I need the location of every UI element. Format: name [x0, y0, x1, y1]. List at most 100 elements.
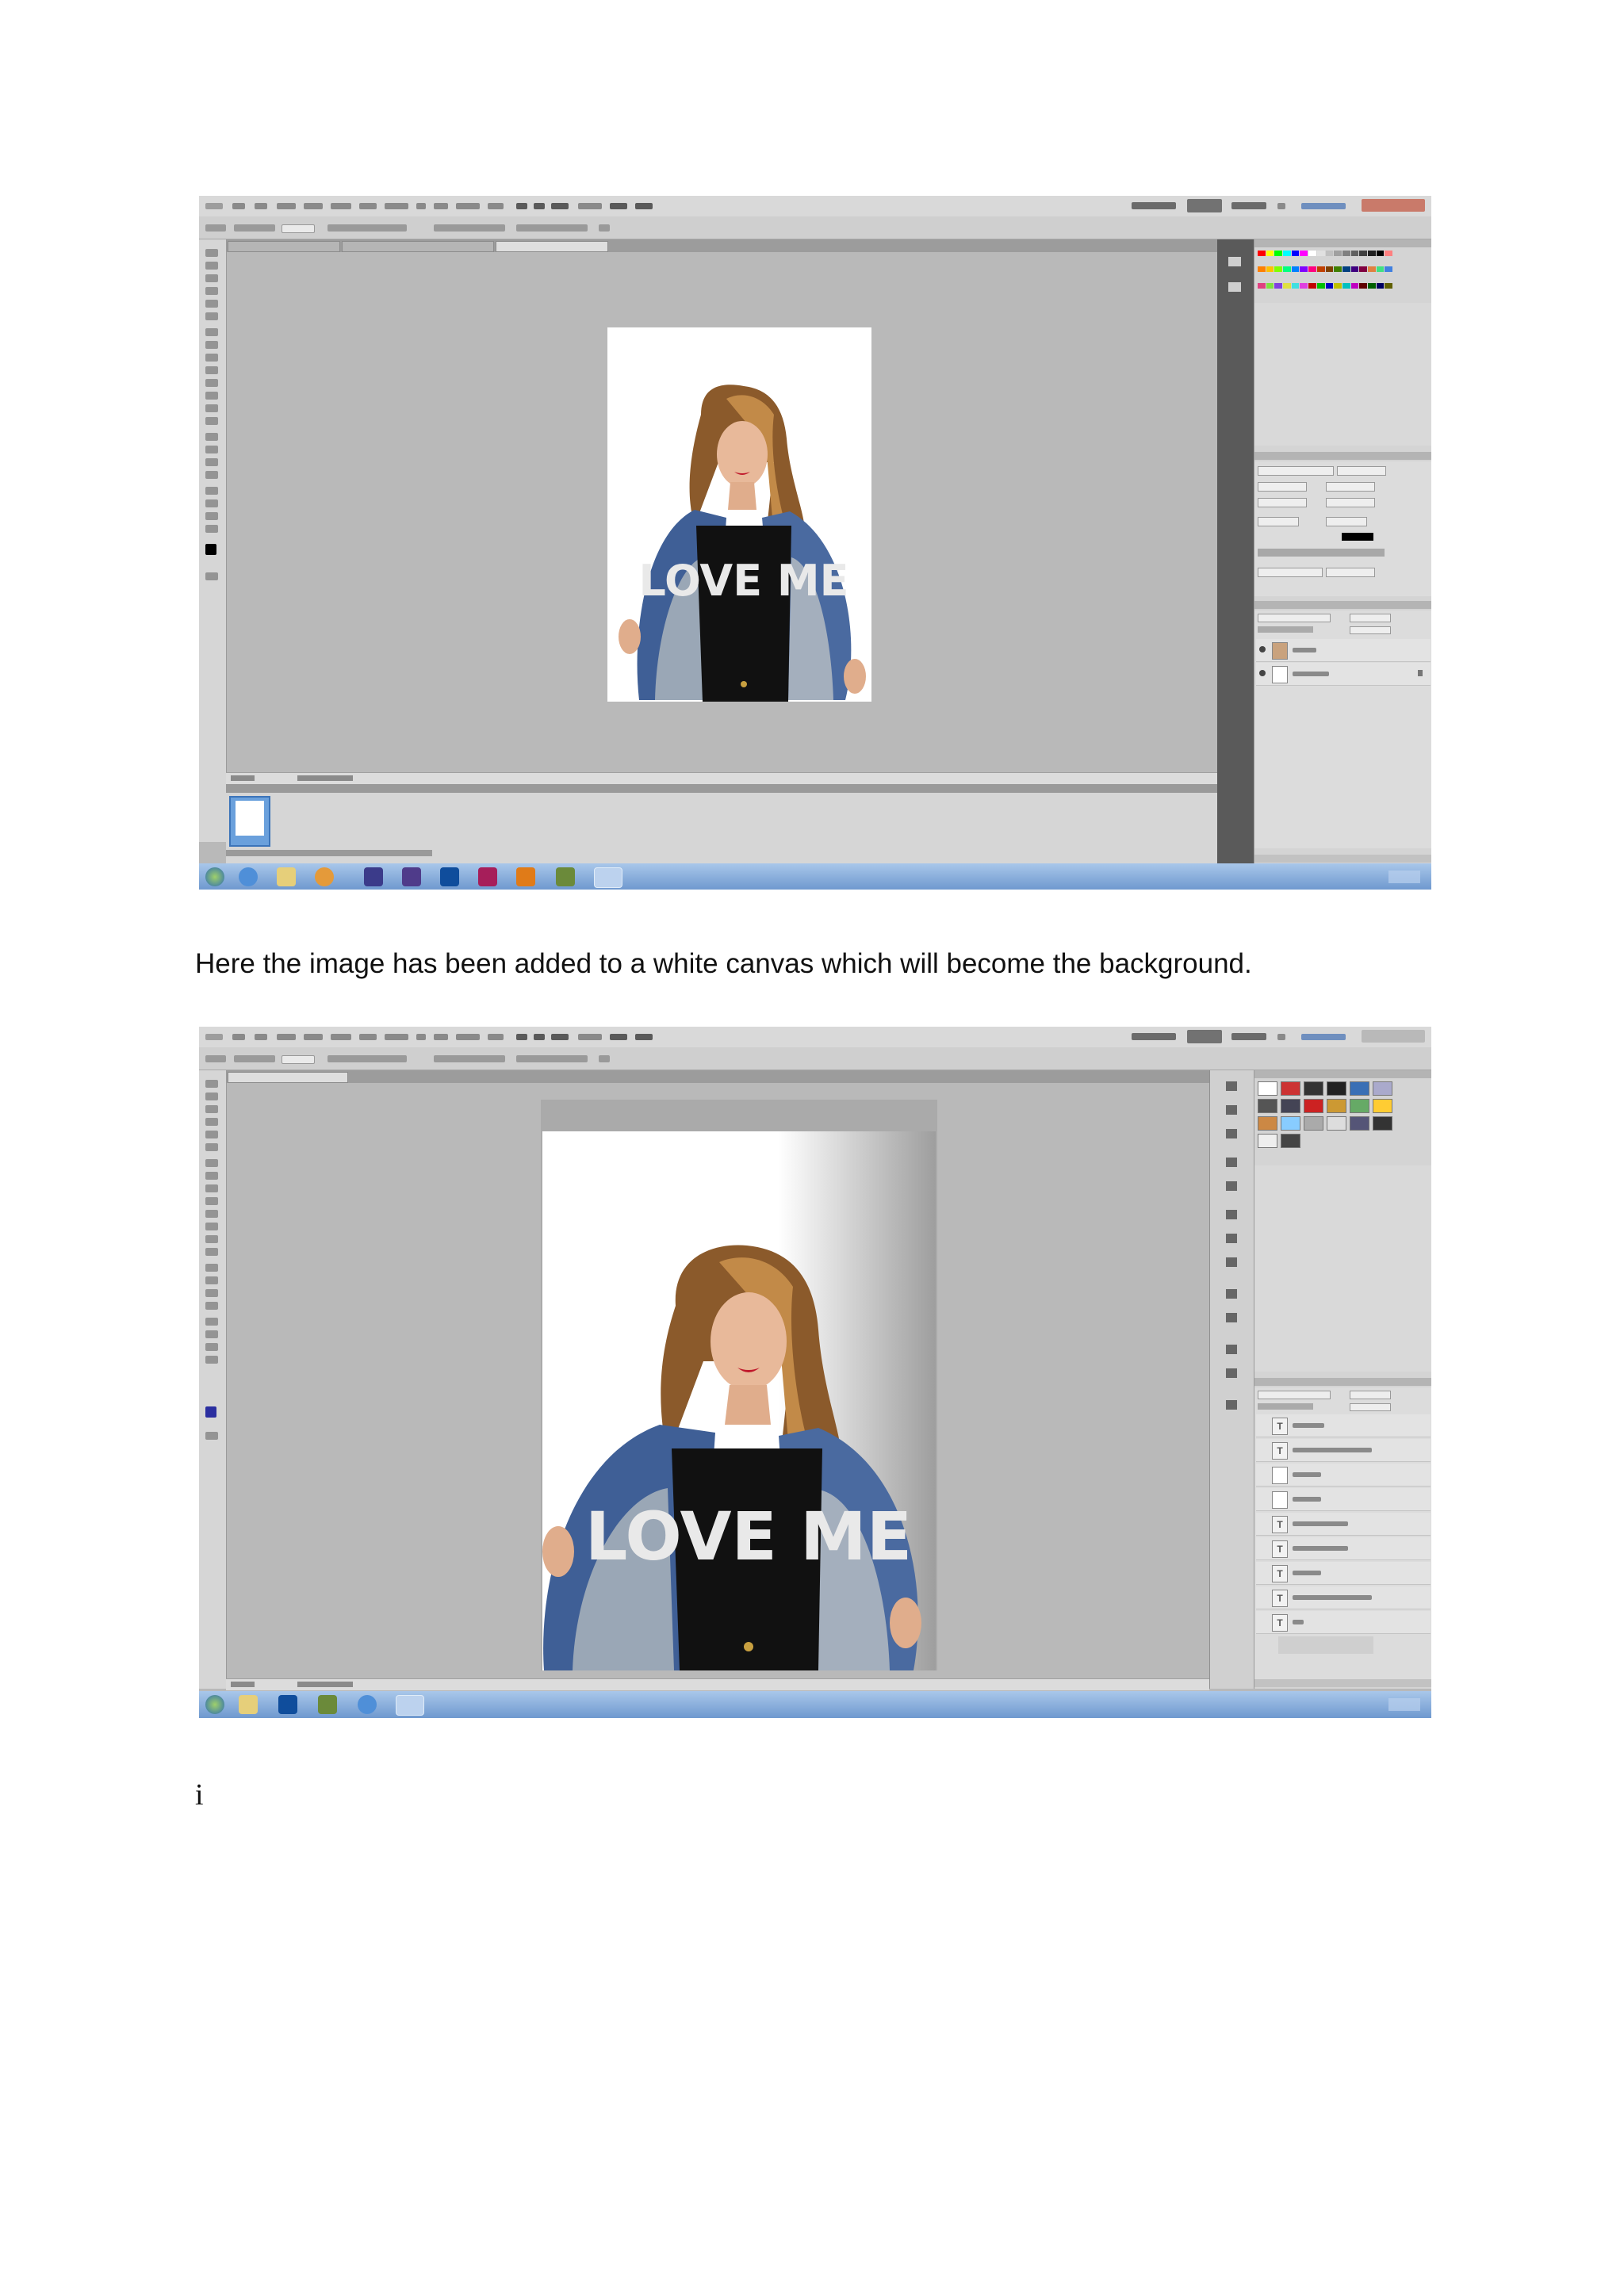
blur-tool[interactable]: [205, 1235, 218, 1243]
ie-icon[interactable]: [239, 867, 258, 886]
workspace-painting[interactable]: [1231, 202, 1266, 209]
cs-live-button[interactable]: [1301, 203, 1346, 209]
layer-row-text-4[interactable]: T: [1256, 1537, 1431, 1560]
horizontal-scale-field[interactable]: [1326, 517, 1367, 526]
media-player-icon[interactable]: [315, 867, 334, 886]
dock-icon-4[interactable]: [1226, 1158, 1237, 1167]
history-brush-tool[interactable]: [205, 1197, 218, 1205]
doc-tab-3[interactable]: [496, 241, 608, 252]
eye-icon[interactable]: [1259, 670, 1266, 676]
gradient-tool[interactable]: [205, 1223, 218, 1230]
layer-row-background[interactable]: [1256, 663, 1431, 686]
menu-analysis[interactable]: [385, 1034, 408, 1040]
screen-mode-icon[interactable]: [551, 203, 569, 209]
dock-icon-12[interactable]: [1226, 1368, 1237, 1378]
dock-icon-2[interactable]: [1226, 1105, 1237, 1115]
dock-icon-7[interactable]: [1226, 1234, 1237, 1243]
auto-align-icon[interactable]: [599, 224, 610, 232]
3d-rotate-tool[interactable]: [205, 1318, 218, 1326]
layer-row-text-1[interactable]: T: [1256, 1414, 1431, 1437]
menu-layer[interactable]: [304, 203, 323, 209]
bridge-app-icon[interactable]: [318, 1695, 337, 1714]
lock-icons[interactable]: [1258, 626, 1313, 633]
layer-row-text-3[interactable]: T: [1256, 1513, 1431, 1536]
zoom-level-menu[interactable]: [578, 1034, 602, 1040]
quick-mask-icon[interactable]: [205, 1432, 218, 1440]
eyedropper-tool[interactable]: [205, 312, 218, 320]
kerning-field[interactable]: [1258, 498, 1307, 507]
eraser-tool[interactable]: [205, 379, 218, 387]
blur-tool[interactable]: [205, 404, 218, 412]
quick-mask-icon[interactable]: [205, 572, 218, 580]
window-controls[interactable]: [1362, 199, 1425, 212]
start-button-icon[interactable]: [205, 867, 224, 886]
photoshop-active-icon[interactable]: [396, 1695, 424, 1716]
move-tool-icon[interactable]: [205, 224, 226, 232]
photoshop-active-icon[interactable]: [594, 867, 622, 888]
explorer-icon[interactable]: [239, 1695, 258, 1714]
shape-tool[interactable]: [205, 1302, 218, 1310]
screen-mode-2-icon[interactable]: [635, 203, 653, 209]
auto-select-checkbox[interactable]: [234, 224, 275, 232]
menu-analysis[interactable]: [385, 203, 408, 209]
illustrator-icon[interactable]: [516, 867, 535, 886]
crop-tool[interactable]: [205, 300, 218, 308]
styles-grid[interactable]: [1258, 1081, 1392, 1148]
layer-row-text-5[interactable]: T: [1256, 1562, 1431, 1585]
dock-icon-1[interactable]: [1228, 257, 1241, 266]
dock-icon-13[interactable]: [1226, 1400, 1237, 1410]
align-buttons[interactable]: [434, 224, 505, 232]
auto-select-dropdown[interactable]: [282, 1055, 315, 1064]
menu-help[interactable]: [488, 1034, 504, 1040]
dock-icon-5[interactable]: [1226, 1181, 1237, 1191]
menu-window[interactable]: [456, 203, 480, 209]
dock-icon-3[interactable]: [1226, 1129, 1237, 1138]
animation-frame-thumb[interactable]: [229, 796, 270, 847]
workspace-more-icon[interactable]: [1277, 203, 1285, 209]
font-size-field[interactable]: [1258, 482, 1307, 492]
workspace-more-icon[interactable]: [1277, 1034, 1285, 1040]
screen-mode-icon[interactable]: [551, 1034, 569, 1040]
lasso-tool[interactable]: [205, 274, 218, 282]
font-family-select[interactable]: [1258, 466, 1334, 476]
opacity-field[interactable]: [1350, 614, 1391, 622]
workspace-painting[interactable]: [1231, 1033, 1266, 1040]
layer-row-text-6[interactable]: T: [1256, 1586, 1431, 1609]
brush-tool[interactable]: [205, 341, 218, 349]
bridge-icon[interactable]: [516, 1034, 527, 1040]
swatches-grid[interactable]: [1258, 251, 1392, 298]
doc-tab-1[interactable]: [228, 1072, 348, 1083]
start-button-icon[interactable]: [205, 1695, 224, 1714]
doc-tab-2[interactable]: [342, 241, 494, 252]
foreground-color-swatch[interactable]: [205, 1406, 216, 1418]
pen-tool[interactable]: [205, 1264, 218, 1272]
layer-row-text-2[interactable]: T: [1256, 1439, 1431, 1462]
3d-rotate-tool[interactable]: [205, 487, 218, 495]
type-tool[interactable]: [205, 1276, 218, 1284]
layers-panel-footer[interactable]: [1254, 855, 1431, 863]
text-style-buttons[interactable]: [1258, 549, 1385, 557]
hand-tool[interactable]: [205, 512, 218, 520]
indesign-icon[interactable]: [478, 867, 497, 886]
menu-edit[interactable]: [255, 1034, 267, 1040]
fill-field[interactable]: [1350, 626, 1391, 634]
path-select-tool[interactable]: [205, 458, 218, 466]
menu-select[interactable]: [331, 1034, 351, 1040]
3d-camera-tool[interactable]: [205, 499, 218, 507]
distribute-buttons[interactable]: [516, 224, 588, 232]
auto-align-icon[interactable]: [599, 1055, 610, 1062]
menu-window[interactable]: [456, 1034, 480, 1040]
animation-controls[interactable]: [226, 850, 432, 856]
hand-tool[interactable]: [205, 1343, 218, 1351]
photoshop-icon[interactable]: [440, 867, 459, 886]
show-transform-controls[interactable]: [327, 224, 407, 232]
healing-tool[interactable]: [205, 328, 218, 336]
auto-select-checkbox[interactable]: [234, 1055, 275, 1062]
workspace-design[interactable]: [1187, 199, 1222, 212]
lasso-tool[interactable]: [205, 1105, 218, 1113]
eye-icon[interactable]: [1259, 646, 1266, 652]
text-color-swatch[interactable]: [1342, 533, 1373, 541]
pen-tool[interactable]: [205, 433, 218, 441]
blend-mode-select[interactable]: [1258, 1391, 1331, 1399]
anti-alias-select[interactable]: [1326, 568, 1375, 577]
